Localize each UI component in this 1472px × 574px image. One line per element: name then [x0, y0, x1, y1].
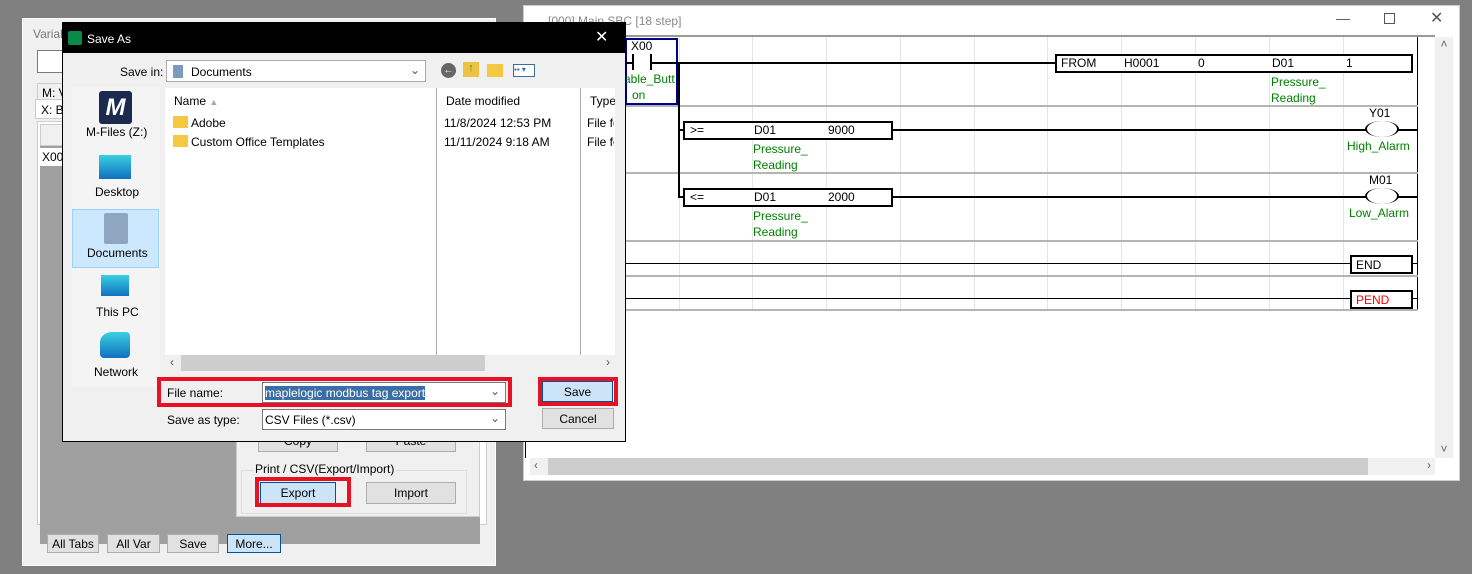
folder-icon: [173, 116, 188, 128]
chevron-down-icon: ⌄: [489, 411, 500, 425]
compare-ge-instruction[interactable]: [683, 121, 893, 140]
export-highlight: [255, 477, 351, 507]
save-button[interactable]: Save: [167, 534, 219, 553]
place-this-pc[interactable]: This PC: [96, 305, 139, 319]
file-name-input[interactable]: maplelogic modbus tag export ⌄: [262, 382, 506, 403]
dialog-close-icon[interactable]: ✕: [595, 27, 608, 47]
minimize-button[interactable]: —: [1336, 10, 1350, 26]
maximize-button[interactable]: [1384, 13, 1395, 24]
chevron-down-icon: ⌄: [409, 63, 420, 77]
coil-icon: [1365, 121, 1399, 137]
this-pc-icon: [101, 275, 129, 296]
from-instruction[interactable]: [1055, 54, 1413, 73]
horizontal-scrollbar[interactable]: ‹ ›: [530, 458, 1435, 475]
place-m-files[interactable]: M-Files (Z:): [86, 125, 147, 139]
vertical-scrollbar[interactable]: ˄ ˅: [1435, 37, 1453, 458]
m-files-icon: M: [99, 91, 132, 124]
pend-instruction[interactable]: PEND: [1350, 290, 1413, 309]
up-folder-icon[interactable]: ↑: [463, 62, 479, 77]
contact-address: X00: [631, 39, 653, 53]
app-icon: [68, 31, 82, 45]
file-name-label: File name:: [167, 386, 224, 400]
chevron-down-icon[interactable]: ⌄: [490, 384, 500, 398]
dialog-cancel-button[interactable]: Cancel: [542, 408, 614, 429]
all-tabs-button[interactable]: All Tabs: [47, 534, 99, 553]
more-button[interactable]: More...: [227, 534, 281, 553]
save-in-select[interactable]: Documents ⌄: [166, 60, 426, 82]
view-menu-icon[interactable]: ▪▪ ▾: [513, 64, 535, 77]
column-header-name[interactable]: Name ▲: [174, 94, 218, 108]
save-type-label: Save as type:: [167, 413, 240, 427]
file-list: [165, 88, 615, 371]
place-network[interactable]: Network: [94, 365, 138, 379]
documents-icon: [173, 65, 183, 78]
column-header-type[interactable]: Type: [590, 94, 615, 108]
dialog-title-bar: [62, 22, 626, 53]
place-desktop[interactable]: Desktop: [95, 185, 139, 199]
csv-group-label: Print / CSV(Export/Import): [253, 462, 397, 476]
contact-icon: [632, 54, 652, 70]
save-in-label: Save in:: [120, 65, 164, 79]
compare-le-instruction[interactable]: [683, 188, 893, 207]
end-instruction[interactable]: END: [1350, 255, 1413, 274]
file-list-hscrollbar[interactable]: ‹ ›: [165, 355, 615, 371]
dialog-save-button[interactable]: Save: [542, 381, 613, 402]
documents-icon: [104, 213, 128, 244]
file-row-name[interactable]: Adobe: [191, 116, 226, 130]
all-var-button[interactable]: All Var: [107, 534, 160, 553]
folder-icon: [173, 135, 188, 147]
close-icon[interactable]: ✕: [1430, 8, 1443, 28]
back-icon[interactable]: ←: [441, 63, 456, 78]
dialog-title: Save As: [87, 32, 132, 46]
column-header-date[interactable]: Date modified: [446, 94, 520, 108]
coil-icon: [1365, 188, 1399, 204]
file-row-name[interactable]: Custom Office Templates: [191, 135, 325, 149]
desktop-icon: [99, 155, 131, 179]
place-documents: Documents: [87, 246, 148, 260]
network-icon: [100, 332, 130, 358]
new-folder-icon[interactable]: [487, 64, 503, 77]
save-type-select[interactable]: CSV Files (*.csv) ⌄: [262, 409, 506, 430]
import-button[interactable]: Import: [366, 482, 456, 504]
